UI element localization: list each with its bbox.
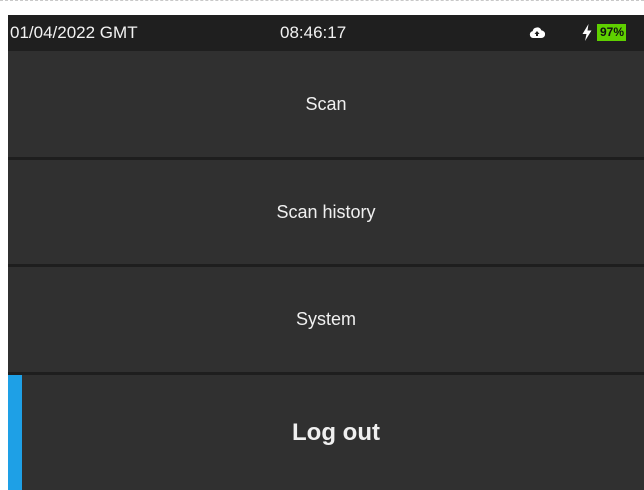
menu-item-label: Scan xyxy=(305,93,347,114)
selection-indicator xyxy=(8,375,22,490)
menu-item-scan-history[interactable]: Scan history xyxy=(8,160,644,264)
menu-item-scan[interactable]: Scan xyxy=(8,51,644,157)
cloud-icon xyxy=(529,27,545,39)
device-screen: 01/04/2022 GMT 08:46:17 97% Scan Scan hi… xyxy=(8,15,644,490)
menu-item-label: Log out xyxy=(292,419,380,446)
battery-indicator: 97% xyxy=(597,24,627,41)
status-time: 08:46:17 xyxy=(280,23,347,42)
status-date: 01/04/2022 GMT xyxy=(10,23,138,42)
lightning-bolt-icon xyxy=(582,24,592,41)
menu-item-log-out[interactable]: Log out xyxy=(8,375,644,490)
menu-item-label: System xyxy=(295,309,356,329)
menu-item-system[interactable]: System xyxy=(8,267,644,372)
menu-item-label: Scan history xyxy=(276,201,376,222)
status-bar: 01/04/2022 GMT 08:46:17 97% xyxy=(8,15,644,51)
screen-frame: 01/04/2022 GMT 08:46:17 97% Scan Scan hi… xyxy=(0,0,644,490)
